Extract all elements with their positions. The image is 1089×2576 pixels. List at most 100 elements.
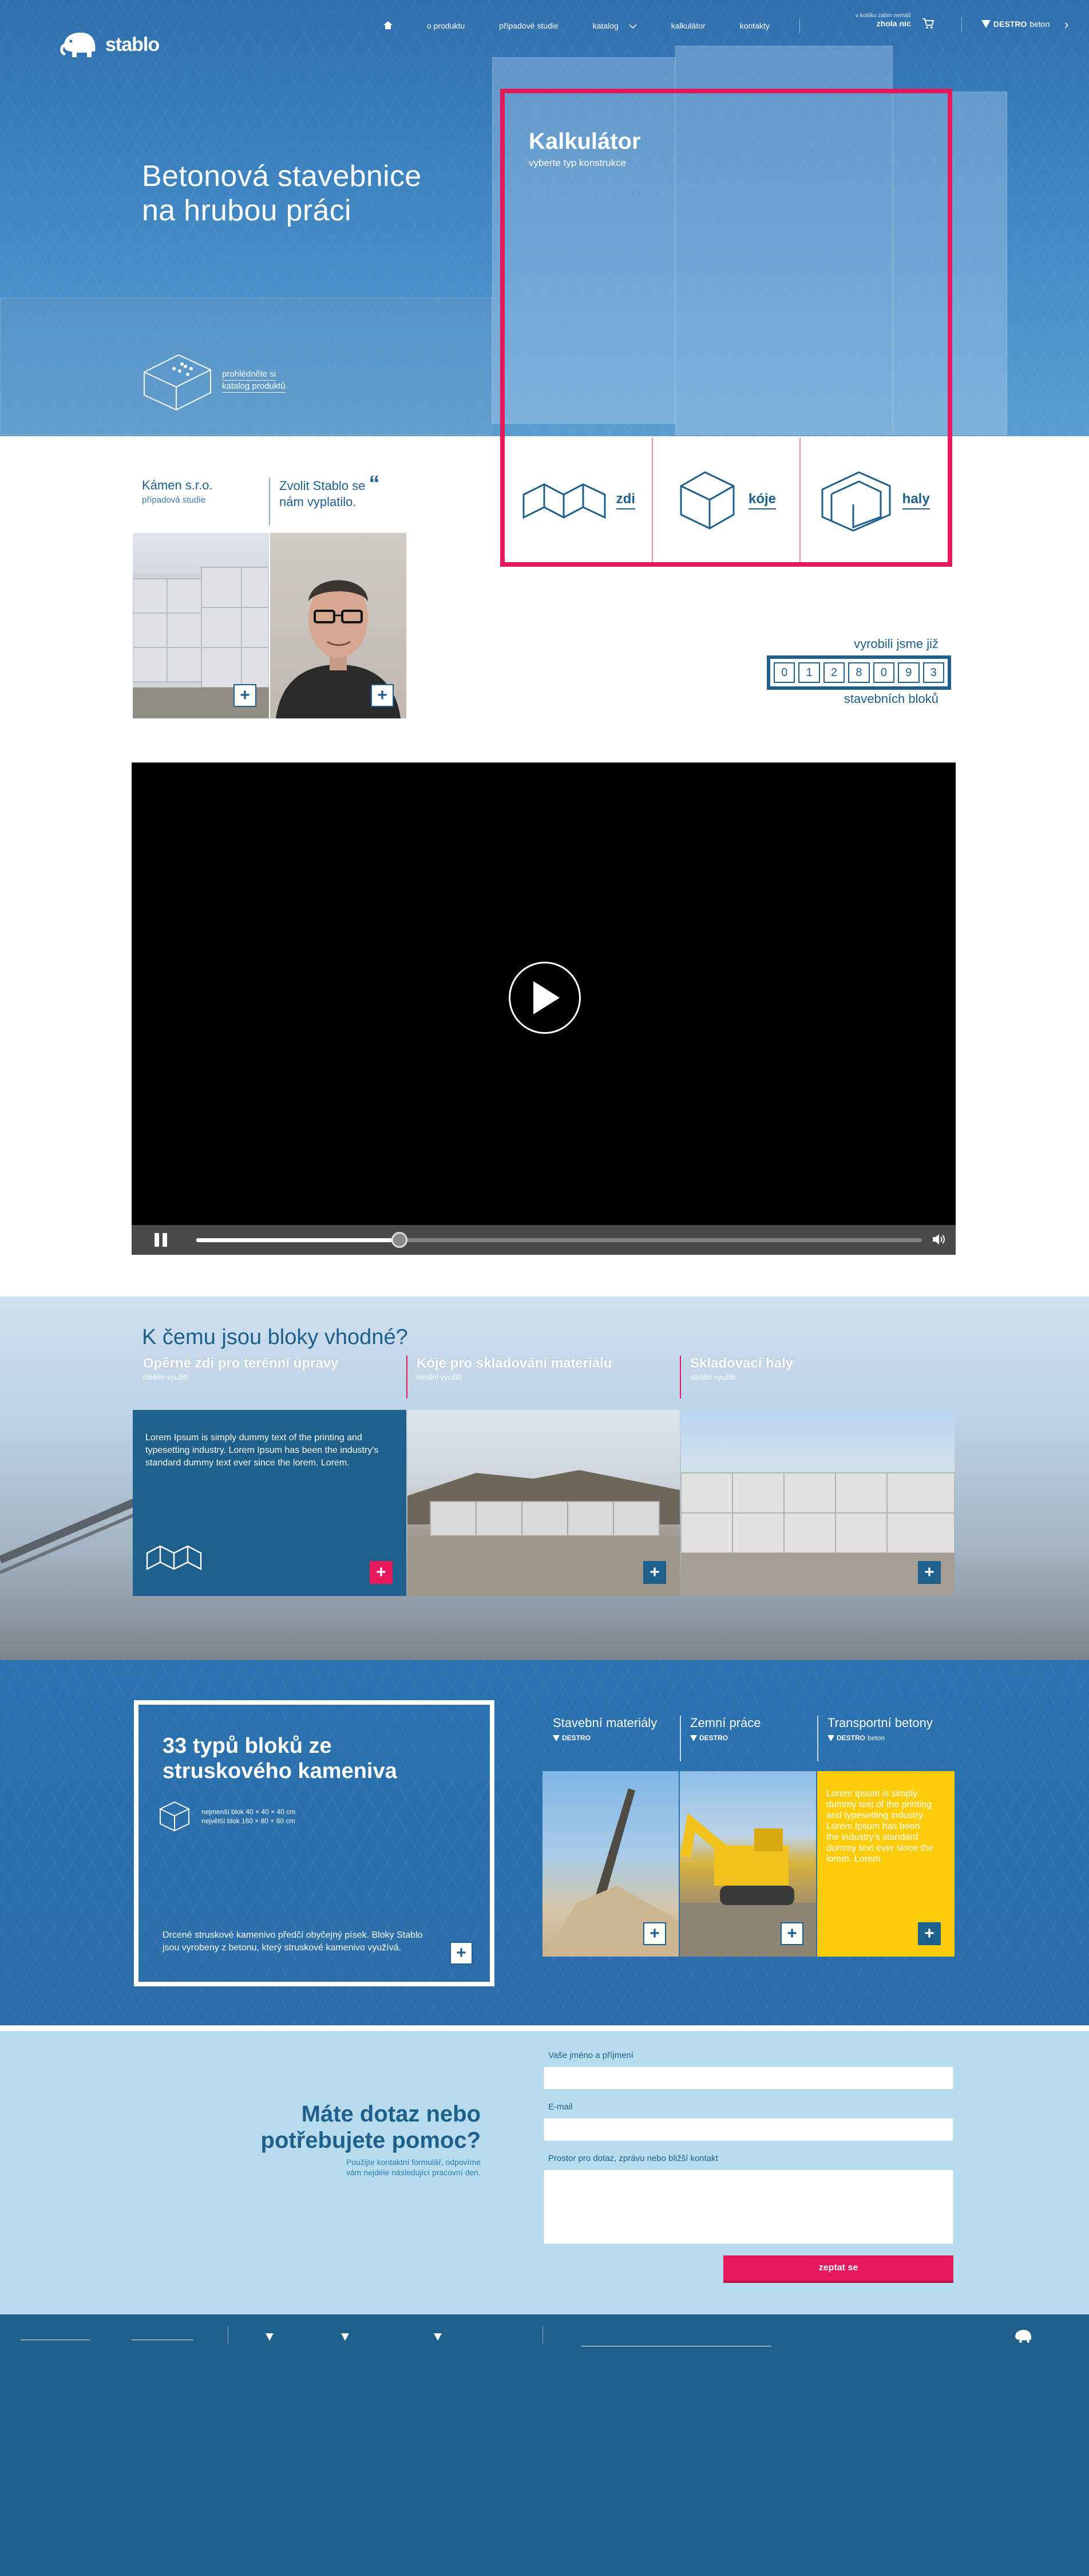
footer-brand-destro-usa[interactable]: DESTRO usa [341,2332,403,2342]
product-info-card: Lorem Ipsum is simply dummy text of the … [817,1771,955,1957]
nav-o-produktu[interactable]: o produktu [410,21,482,30]
nav-katalog-label: katalog [592,21,619,30]
product-brand: DESTRO [690,1734,761,1742]
play-button[interactable] [509,962,581,1034]
chevron-right-icon[interactable]: › [1064,17,1068,32]
box-icon [680,471,735,530]
calculator-panel: Kalkulátor vyberte typ konstrukce zdi kó… [500,89,952,567]
destro-logo-icon [266,2333,274,2341]
footer-brand-destro[interactable]: DESTRO [266,2332,312,2342]
case-study-quote: Zvolit Stablo se “ nám vyplatilo. [279,473,411,510]
counter-digit: 9 [898,662,920,683]
wall-icon [522,483,606,519]
elephant-icon [60,32,96,57]
home-icon[interactable] [366,21,410,31]
calculator-subtitle: vyberte typ konstrukce [529,157,627,168]
catalog-link-text: prohlédněte si katalog produktů [222,369,286,393]
use-column-3: Skladovací haly ideální využití [690,1356,964,1381]
counter-label-bottom: stavebních bloků [844,692,938,706]
case-study-header: Kámen s.r.o. případová studie [142,478,269,505]
product-transportni-betony[interactable]: Transportní betony DESTRO beton [827,1716,933,1742]
submit-button[interactable]: zeptat se [723,2255,953,2283]
brand-logo[interactable]: stablo [60,29,160,61]
nav-kalkulator[interactable]: kalkulátor [654,21,723,30]
nav-divider [799,18,800,33]
hero-title-line2: na hrubou práci [142,194,351,227]
block-types-box: 33 typů bloků ze struskového kameniva ne… [134,1700,494,1986]
block-dimensions: nejmenší blok 40 × 40 × 40 cm největší b… [158,1800,295,1833]
pause-button[interactable] [155,1233,168,1247]
nav-pripadove-studie[interactable]: případové studie [482,21,576,30]
use-column-1: Opěrné zdi pro terénní úpravy ideální vy… [143,1356,417,1381]
name-field[interactable] [544,2067,953,2089]
nav-katalog[interactable]: katalog [576,21,654,30]
counter-digit: 0 [873,662,895,683]
cart-status[interactable]: v košíku zatím nemáš zhola nic [856,13,911,28]
email-field[interactable] [544,2118,953,2141]
footer-divider [542,2326,543,2344]
expand-button[interactable]: + [233,684,256,707]
expand-button[interactable]: + [781,1922,803,1945]
video-progress [196,1238,400,1242]
expand-button[interactable]: + [643,1561,666,1584]
contact-heading-line1: Máte dotaz nebo [301,2101,481,2127]
product-photo-earthworks: + [680,1771,816,1957]
expand-button[interactable]: + [370,1561,393,1584]
expand-button[interactable]: + [918,1922,941,1945]
destro-brand-a: DESTRO [993,19,1027,29]
calc-option-haly-label: haly [902,491,930,509]
use-column-divider [406,1356,407,1398]
dim-small: nejmenší blok 40 × 40 × 40 cm [201,1808,296,1816]
destro-beton-link[interactable]: DESTRO beton [981,19,1050,29]
name-label: Vaše jméno a příjmení [548,2050,633,2060]
cart-status-value: zhola nic [876,19,911,28]
case-study-photo-blocks: + [133,533,269,718]
product-divider [680,1716,681,1761]
use-column-title: Kóje pro skladování materiálu [417,1356,612,1371]
block-types-heading: 33 typů bloků ze struskového kameniva [163,1734,397,1783]
product-zemni-prace[interactable]: Zemní práce DESTRO [690,1716,761,1742]
destro-brand-b: beton [1029,19,1050,29]
block-counter: 0 1 2 8 0 9 3 [767,655,951,690]
destro-logo-icon [690,1735,697,1741]
message-textarea[interactable] [544,2170,953,2244]
calc-option-haly[interactable]: haly [801,438,948,562]
footer-logo[interactable]: stablo [1013,2328,1074,2345]
calc-option-koje[interactable]: kóje [653,438,800,562]
footer-legal-links[interactable]: obchodní podmínky, podmínky používání we… [581,2336,772,2346]
cart-icon[interactable] [922,18,934,31]
use-column-sub: ideální využití [143,1373,188,1381]
video-seekbar[interactable] [196,1232,922,1248]
expand-button[interactable]: + [918,1561,941,1584]
quote-line2: nám vyplatilo. [279,495,357,509]
expand-button[interactable]: + [371,684,394,707]
product-brand-text: DESTRO [699,1734,728,1742]
footer-firm: firma Miroslav Karas – DESTRO [581,2326,680,2334]
video-controls [132,1225,956,1255]
footer-brand-destro-beton[interactable]: DESTRO beton [434,2332,504,2342]
agency-signature[interactable]: Bout dobrej design [486,2482,601,2494]
footer-phone[interactable]: +420 311 234 800 [21,2330,90,2340]
block-icon [144,354,211,411]
use-case-card: Lorem Ipsum is simply dummy text of the … [133,1410,406,1596]
footer-brand-a: DESTRO [276,2332,312,2342]
brand-name: stablo [105,33,160,56]
message-label: Prostor pro dotaz, zprávu nebo bližší ko… [548,2154,718,2163]
use-case-photo-storage: + [407,1410,680,1596]
nav-kontakty[interactable]: kontakty [723,21,787,30]
footer-brand-b: usa [389,2332,403,2342]
contact-heading: Máte dotaz nebo potřebujete pomoc? [240,2101,481,2154]
video-seek-handle[interactable] [391,1232,408,1248]
catalog-link[interactable]: prohlédněte si katalog produktů [142,349,286,412]
product-stavebni-materialy[interactable]: Stavební materiály DESTRO [553,1716,657,1742]
volume-icon[interactable] [932,1233,945,1249]
nav-divider [961,17,962,32]
contact-heading-line2: potřebujete pomoc? [260,2128,481,2153]
use-case-text: Lorem Ipsum is simply dummy text of the … [145,1433,379,1468]
calc-option-zdi[interactable]: zdi [505,438,652,562]
counter-digit: 0 [774,662,795,683]
footer-email[interactable]: info@destro.cz [132,2330,193,2340]
expand-button[interactable]: + [643,1922,666,1945]
expand-button[interactable]: + [450,1942,473,1965]
email-label: E-mail [548,2102,573,2112]
